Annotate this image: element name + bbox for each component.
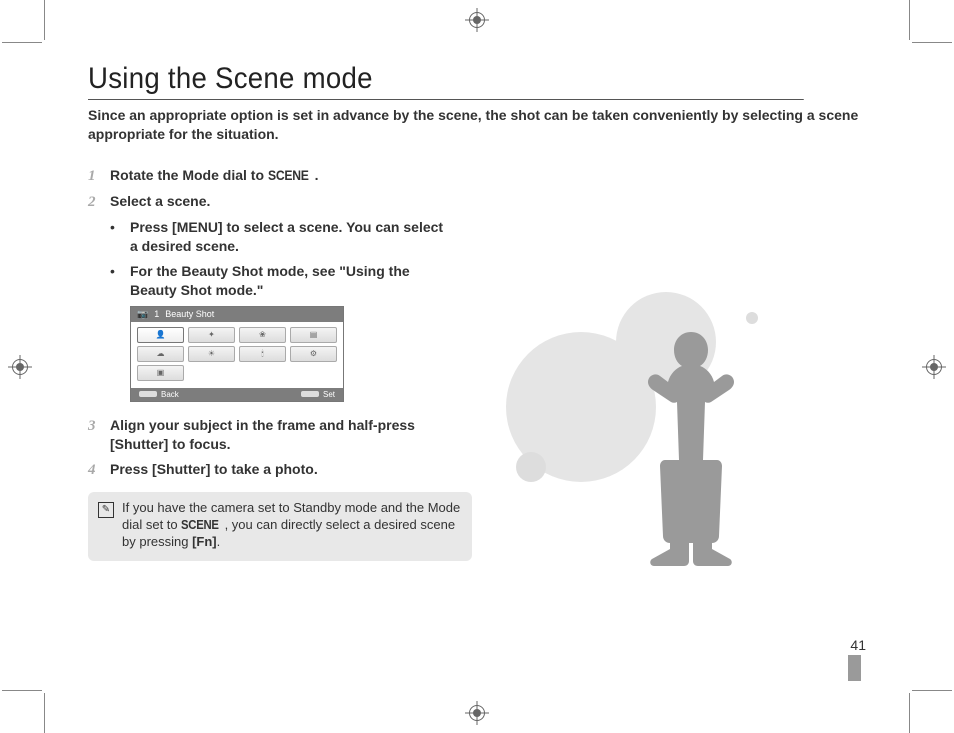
step-4: 4 Press [Shutter] to take a photo. — [88, 460, 454, 480]
bullet-item: • Press [MENU] to select a scene. You ca… — [110, 218, 454, 256]
crop-mark — [912, 690, 952, 691]
scene-option: ❀ — [239, 327, 286, 343]
crop-mark — [44, 693, 45, 733]
crop-mark — [909, 0, 910, 40]
camera-menu-screenshot: 📷 1 Beauty Shot 👤 ✦ ❀ ▤ ☁ ☀ 🕯 ⚙ — [130, 306, 344, 402]
scene-option: ▣ — [137, 365, 184, 381]
page-number: 41 — [850, 637, 866, 653]
step-text: Align your subject in the frame and half… — [110, 416, 454, 454]
note-icon: ✎ — [98, 502, 114, 518]
scene-option: ☁ — [137, 346, 184, 362]
menu-footer-set: Set — [323, 390, 335, 399]
registration-mark-icon — [465, 701, 489, 725]
step-text: Press [Shutter] to take a photo. — [110, 460, 454, 480]
text-bold: [Fn] — [192, 534, 217, 549]
page-subtitle: Since an appropriate option is set in ad… — [88, 106, 866, 144]
menu-footer-back: Back — [161, 390, 179, 399]
scene-label: SCENE — [181, 517, 219, 534]
text-bold: [MENU] — [172, 219, 223, 235]
button-icon — [301, 391, 319, 397]
text: to take a photo. — [210, 461, 317, 477]
step-text: Rotate the Mode dial to SCENE. — [110, 166, 454, 186]
scene-option: ⚙ — [290, 346, 337, 362]
bullet-icon: • — [110, 262, 130, 300]
bullet-text: Press [MENU] to select a scene. You can … — [130, 218, 454, 256]
page-content: Using the Scene mode Since an appropriat… — [88, 62, 866, 678]
illustration — [506, 292, 806, 592]
scene-option: ▤ — [290, 327, 337, 343]
bullet-item: • For the Beauty Shot mode, see "Using t… — [110, 262, 454, 300]
scene-option: 🕯 — [239, 346, 286, 362]
menu-header-label: Beauty Shot — [165, 309, 214, 319]
text-bold: [Shutter] — [110, 436, 168, 452]
scene-option: ✦ — [188, 327, 235, 343]
bullet-text: For the Beauty Shot mode, see "Using the… — [130, 262, 454, 300]
step-number: 3 — [88, 416, 110, 454]
bubble-icon — [746, 312, 758, 324]
button-icon — [139, 391, 157, 397]
step-number: 4 — [88, 460, 110, 480]
bubble-icon — [516, 452, 546, 482]
text-bold: [Shutter] — [152, 461, 210, 477]
step-1: 1 Rotate the Mode dial to SCENE. — [88, 166, 454, 186]
person-silhouette-icon — [636, 332, 746, 577]
text: Rotate the Mode dial to — [110, 167, 268, 183]
crop-mark — [2, 42, 42, 43]
camera-icon: 📷 — [137, 309, 148, 320]
scene-option-beauty: 👤 — [137, 327, 184, 343]
step-number: 2 — [88, 192, 110, 212]
step-text: Select a scene. — [110, 192, 454, 212]
text: to focus. — [168, 436, 230, 452]
registration-mark-icon — [8, 355, 32, 379]
step-number: 1 — [88, 166, 110, 186]
text: Press — [130, 219, 172, 235]
crop-mark — [912, 42, 952, 43]
crop-mark — [909, 693, 910, 733]
registration-mark-icon — [922, 355, 946, 379]
text: Align your subject in the frame and half… — [110, 417, 415, 433]
registration-mark-icon — [465, 8, 489, 32]
scene-option: ☀ — [188, 346, 235, 362]
crop-mark — [44, 0, 45, 40]
page-tab — [848, 655, 861, 681]
scene-label: SCENE — [268, 166, 309, 185]
menu-header-number: 1 — [154, 309, 159, 319]
menu-grid: 👤 ✦ ❀ ▤ ☁ ☀ 🕯 ⚙ ▣ — [131, 322, 343, 388]
step-2: 2 Select a scene. — [88, 192, 454, 212]
note-text: If you have the camera set to Standby mo… — [122, 500, 462, 551]
note-box: ✎ If you have the camera set to Standby … — [88, 492, 472, 561]
text: . — [217, 534, 221, 549]
text: Press — [110, 461, 152, 477]
page-title: Using the Scene mode — [88, 62, 804, 100]
bullet-icon: • — [110, 218, 130, 256]
instruction-column: 1 Rotate the Mode dial to SCENE. 2 Selec… — [88, 166, 454, 561]
crop-mark — [2, 690, 42, 691]
text: . — [315, 167, 319, 183]
step-3: 3 Align your subject in the frame and ha… — [88, 416, 454, 454]
menu-footer: Back Set — [131, 388, 343, 401]
menu-header: 📷 1 Beauty Shot — [131, 307, 343, 322]
